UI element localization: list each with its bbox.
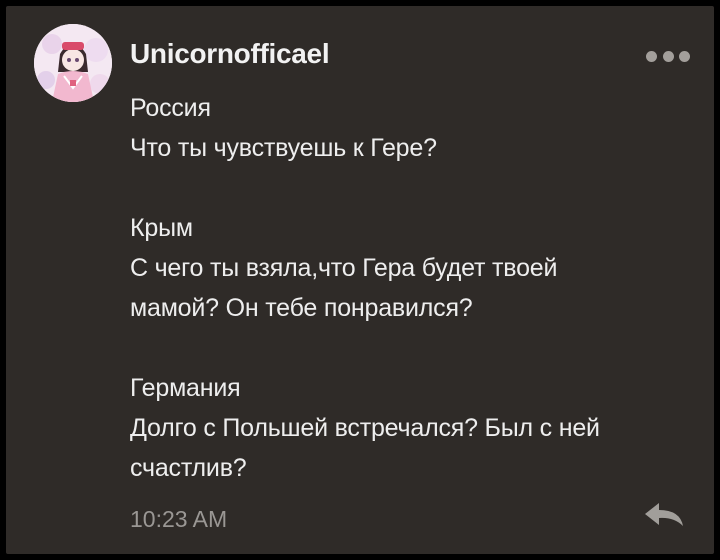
more-dots-icon xyxy=(662,50,674,62)
message-line: Долго с Польшей встречался? Был с ней xyxy=(130,414,600,442)
comment-card: Unicornofficael Россия Что ты чувствуешь… xyxy=(6,6,714,554)
reply-arrow-icon xyxy=(645,503,683,526)
message-line: Россия xyxy=(130,94,211,122)
more-dots-icon xyxy=(679,50,690,62)
message-line: Германия xyxy=(130,374,241,402)
reply-button[interactable] xyxy=(642,500,686,530)
message-line: Что ты чувствуешь к Гере? xyxy=(130,134,437,162)
avatar-image xyxy=(34,24,112,102)
timestamp: 10:23 AM xyxy=(130,506,228,532)
author-name[interactable]: Unicornofficael xyxy=(130,38,330,70)
message-line: С чего ты взяла,что Гера будет твоей xyxy=(130,254,558,282)
message-line: счастлив? xyxy=(130,454,247,482)
message-line: Крым xyxy=(130,214,193,242)
avatar[interactable] xyxy=(34,24,112,102)
more-options-button[interactable] xyxy=(646,48,690,64)
message-line: мамой? Он тебе понравился? xyxy=(130,294,473,322)
more-dots-icon xyxy=(646,50,657,62)
message-body: Россия Что ты чувствуешь к Гере? Крым С … xyxy=(130,88,690,488)
